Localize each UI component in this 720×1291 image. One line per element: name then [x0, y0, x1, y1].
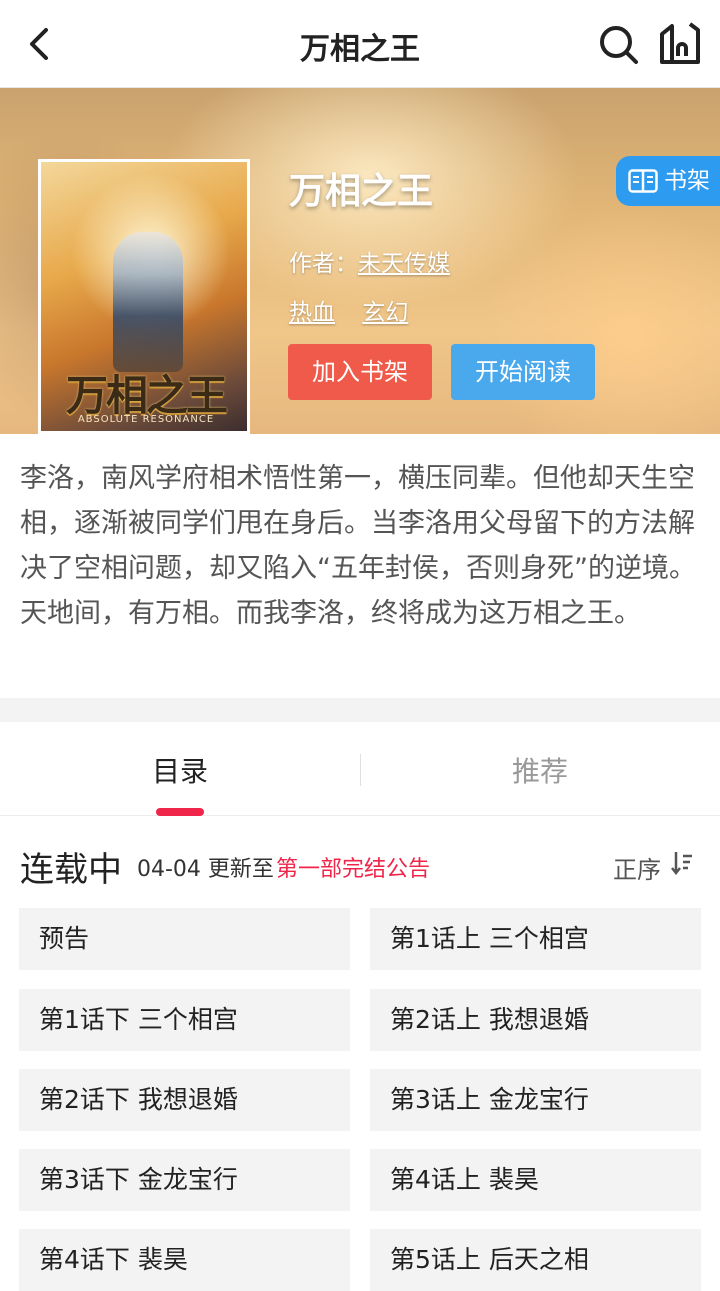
author-link[interactable]: 未天传媒 — [358, 251, 450, 277]
sort-order-toggle[interactable]: 正序 — [613, 850, 661, 885]
search-icon[interactable] — [596, 22, 640, 66]
tab-bar: 目录 推荐 — [0, 722, 720, 816]
add-to-shelf-button[interactable]: 加入书架 — [288, 344, 432, 400]
author-line: 作者：未天传媒 — [289, 244, 450, 278]
update-date: 04-04 更新至 — [137, 857, 274, 882]
author-label: 作者： — [289, 251, 358, 277]
chapter-item[interactable]: 第3话上 金龙宝行 — [370, 1069, 701, 1131]
chapter-item[interactable]: 第1话下 三个相宫 — [19, 989, 350, 1051]
chapter-item[interactable]: 第5话上 后天之相 — [370, 1229, 701, 1291]
sort-icon[interactable] — [670, 850, 694, 876]
shelf-tab-button[interactable]: 书架 — [616, 156, 720, 206]
serial-status: 连载中 — [20, 850, 122, 890]
top-nav-bar: 万相之王 — [0, 0, 720, 88]
book-cover-image[interactable]: 万相之王 ABSOLUTE RESONANCE — [38, 159, 250, 434]
book-title: 万相之王 — [289, 171, 434, 212]
chapter-item[interactable]: 第2话上 我想退婚 — [370, 989, 701, 1051]
open-book-icon — [628, 169, 658, 193]
cover-subtitle: ABSOLUTE RESONANCE — [77, 414, 215, 425]
shelf-tab-label: 书架 — [664, 168, 710, 194]
chapter-item[interactable]: 第4话上 裴昊 — [370, 1149, 701, 1211]
active-tab-indicator — [156, 808, 204, 816]
chapter-item[interactable]: 第2话下 我想退婚 — [19, 1069, 350, 1131]
chapter-item[interactable]: 第1话上 三个相宫 — [370, 908, 701, 970]
book-header: 万相之王 ABSOLUTE RESONANCE 万相之王 作者：未天传媒 热血 … — [0, 88, 720, 434]
book-description: 李洛，南风学府相术悟性第一，横压同辈。但他却天生空相，逐渐被同学们甩在身后。当李… — [20, 463, 696, 629]
chapter-item[interactable]: 第3话下 金龙宝行 — [19, 1149, 350, 1211]
bookshelf-icon[interactable] — [656, 20, 704, 68]
tab-catalog[interactable]: 目录 — [80, 750, 280, 790]
section-divider — [0, 698, 720, 722]
latest-chapter-link[interactable]: 第一部完结公告 — [276, 851, 430, 883]
chapter-item[interactable]: 预告 — [19, 908, 350, 970]
genre-tag[interactable]: 玄幻 — [362, 300, 408, 326]
genre-tags: 热血 玄幻 — [289, 293, 428, 327]
genre-tag[interactable]: 热血 — [289, 300, 335, 326]
tab-divider — [360, 754, 361, 786]
chapter-item[interactable]: 第4话下 裴昊 — [19, 1229, 350, 1291]
tab-recommend[interactable]: 推荐 — [440, 750, 640, 790]
start-reading-button[interactable]: 开始阅读 — [451, 344, 595, 400]
